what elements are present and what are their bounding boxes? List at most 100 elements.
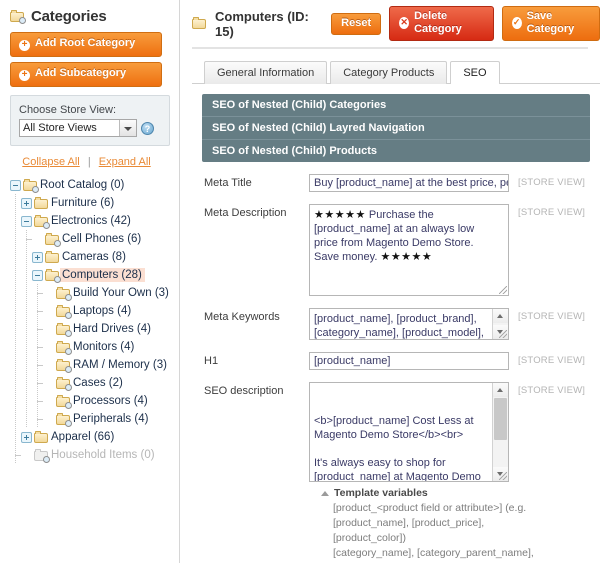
tree-node[interactable]: Build Your Own (3)	[10, 284, 179, 302]
tree-node-label[interactable]: Cell Phones (6)	[60, 232, 144, 246]
close-icon: ✕	[399, 17, 409, 29]
tree-node[interactable]: Electronics (42)	[10, 212, 179, 230]
collapse-all-link[interactable]: Collapse All	[22, 156, 79, 168]
delete-category-button[interactable]: ✕Delete Category	[389, 6, 494, 41]
tree-node[interactable]: Root Catalog (0)	[10, 176, 179, 194]
seo-description-textarea[interactable]: <b>[product_name] Cost Less at Magento D…	[309, 382, 509, 482]
h1-input[interactable]: [product_name]	[309, 352, 509, 370]
add-root-category-button[interactable]: +Add Root Category	[10, 32, 162, 57]
tree-node-label[interactable]: Hard Drives (4)	[71, 322, 154, 336]
store-view-label: Choose Store View:	[19, 104, 161, 116]
tree-node-label[interactable]: RAM / Memory (3)	[71, 358, 170, 372]
tree-indent	[10, 194, 21, 212]
tree-indent	[32, 302, 43, 320]
plus-icon: +	[19, 70, 30, 81]
tree-node[interactable]: Cell Phones (6)	[10, 230, 179, 248]
help-icon[interactable]: ?	[141, 122, 154, 135]
tree-indent	[10, 284, 21, 302]
tree-indent	[10, 392, 21, 410]
folder-icon	[56, 395, 71, 408]
resize-grip-icon[interactable]	[499, 330, 507, 338]
tree-node-label[interactable]: Computers (28)	[60, 268, 145, 282]
tree-node[interactable]: Cameras (8)	[10, 248, 179, 266]
tree-node[interactable]: Furniture (6)	[10, 194, 179, 212]
tree-node-label[interactable]: Cameras (8)	[60, 250, 129, 264]
meta-keywords-textarea[interactable]: [product_name], [product_brand], [catego…	[309, 308, 509, 340]
tree-node[interactable]: Household Items (0)	[10, 446, 179, 464]
tree-node-label[interactable]: Cases (2)	[71, 376, 126, 390]
expand-node-icon[interactable]	[21, 432, 32, 443]
reset-button[interactable]: Reset	[331, 13, 381, 35]
tree-node[interactable]: Hard Drives (4)	[10, 320, 179, 338]
template-variable-line: [category_name], [category_parent_name],	[321, 546, 600, 561]
folder-icon	[34, 449, 49, 462]
tree-node[interactable]: Laptops (4)	[10, 302, 179, 320]
tree-indent	[21, 410, 32, 428]
resize-grip-icon[interactable]	[499, 472, 507, 480]
tree-node-label[interactable]: Household Items (0)	[49, 448, 158, 462]
folder-icon	[56, 287, 71, 300]
page-root: Categories +Add Root Category +Add Subca…	[0, 0, 600, 563]
stars-prefix: ★★★★★	[314, 209, 366, 221]
tree-node[interactable]: Apparel (66)	[10, 428, 179, 446]
tree-node-label[interactable]: Peripherals (4)	[71, 412, 151, 426]
meta-description-label: Meta Description	[204, 204, 309, 219]
seo-section-header-1[interactable]: SEO of Nested (Child) Layred Navigation	[202, 117, 590, 140]
scrollbar-thumb[interactable]	[494, 398, 507, 440]
meta-title-input[interactable]: Buy [product_name] at the best price, pe…	[309, 174, 509, 192]
tree-node[interactable]: RAM / Memory (3)	[10, 356, 179, 374]
template-variables-toggle[interactable]: Template variables	[321, 486, 600, 501]
tree-spacer	[43, 324, 54, 335]
tree-indent	[10, 212, 21, 230]
tree-indent	[10, 248, 21, 266]
folder-icon	[56, 341, 71, 354]
expand-node-icon[interactable]	[32, 252, 43, 263]
tab-general-information[interactable]: General Information	[204, 61, 327, 84]
folder-icon	[45, 269, 60, 282]
resize-grip-icon[interactable]	[499, 286, 507, 294]
tree-node[interactable]: Cases (2)	[10, 374, 179, 392]
tree-node[interactable]: Computers (28)	[10, 266, 179, 284]
tree-node-label[interactable]: Build Your Own (3)	[71, 286, 172, 300]
collapse-node-icon[interactable]	[32, 270, 43, 281]
store-view-select[interactable]: All Store Views	[19, 119, 137, 137]
tree-node[interactable]: Monitors (4)	[10, 338, 179, 356]
tree-node-label[interactable]: Apparel (66)	[49, 430, 117, 444]
page-title: Computers (ID: 15)	[215, 9, 319, 39]
folder-icon	[10, 10, 25, 23]
collapse-node-icon[interactable]	[10, 180, 21, 191]
tree-node-label[interactable]: Processors (4)	[71, 394, 151, 408]
meta-description-textarea[interactable]: ★★★★★ Purchase the [product_name] at an …	[309, 204, 509, 296]
seo-description-label: SEO description	[204, 382, 309, 397]
tab-category-products[interactable]: Category Products	[330, 61, 447, 84]
tree-node-label[interactable]: Furniture (6)	[49, 196, 117, 210]
tree-node-label[interactable]: Electronics (42)	[49, 214, 134, 228]
scroll-up-icon[interactable]	[493, 309, 508, 323]
tree-node[interactable]: Peripherals (4)	[10, 410, 179, 428]
scroll-up-icon[interactable]	[493, 383, 508, 397]
tree-indent	[21, 374, 32, 392]
expand-all-link[interactable]: Expand All	[99, 156, 151, 168]
tree-node-label[interactable]: Root Catalog (0)	[38, 178, 127, 192]
folder-icon	[45, 251, 60, 264]
expand-node-icon[interactable]	[21, 198, 32, 209]
tree-node-label[interactable]: Monitors (4)	[71, 340, 137, 354]
scrollbar[interactable]	[492, 383, 508, 481]
seo-section-header-0[interactable]: SEO of Nested (Child) Categories	[202, 94, 590, 117]
folder-icon	[34, 215, 49, 228]
tree-indent	[10, 266, 21, 284]
tree-indent	[10, 374, 21, 392]
tree-node[interactable]: Processors (4)	[10, 392, 179, 410]
tab-seo[interactable]: SEO	[450, 61, 499, 84]
collapse-node-icon[interactable]	[21, 216, 32, 227]
tree-indent	[21, 230, 32, 248]
folder-icon	[192, 17, 207, 30]
folder-icon	[23, 179, 38, 192]
tree-node-label[interactable]: Laptops (4)	[71, 304, 134, 318]
folder-icon	[56, 323, 71, 336]
save-category-button[interactable]: ✓Save Category	[502, 6, 600, 41]
scope-badge: [STORE VIEW]	[518, 308, 585, 322]
seo-section-header-2[interactable]: SEO of Nested (Child) Products	[202, 140, 590, 162]
tree-indent	[21, 284, 32, 302]
add-subcategory-button[interactable]: +Add Subcategory	[10, 62, 162, 87]
